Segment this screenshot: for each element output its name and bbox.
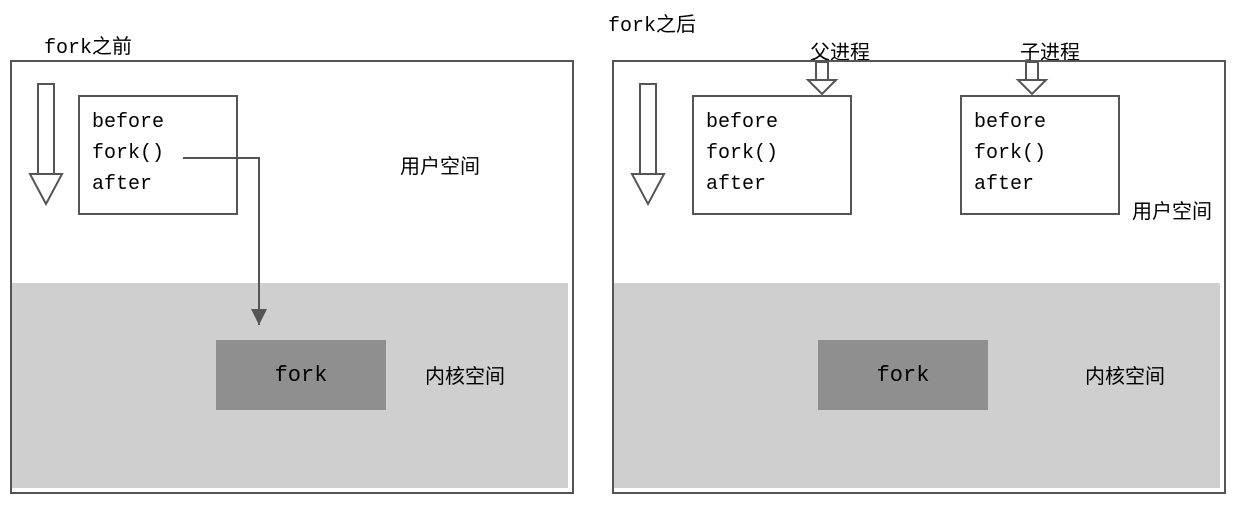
code-line-after: after [706,169,838,200]
user-space-label-right: 用户空间 [1132,195,1212,225]
kernel-space-label-right: 内核空间 [1085,360,1165,390]
code-line-before: before [974,107,1106,138]
code-line-after: after [974,169,1106,200]
title-after-fork: fork之后 [608,8,696,38]
kernel-fork-box-left: fork [216,340,386,410]
code-line-fork: fork() [974,138,1106,169]
kernel-space-label-left: 内核空间 [425,360,505,390]
user-space-label-left: 用户空间 [400,150,480,180]
kernel-fork-box-right: fork [818,340,988,410]
child-arrow-icon [1012,60,1052,98]
code-line-before: before [706,107,838,138]
code-line-fork: fork() [706,138,838,169]
code-box-parent: before fork() after [692,95,852,215]
flow-arrow-right [628,80,668,210]
parent-arrow-icon [802,60,842,98]
syscall-arrow-left [0,0,600,520]
code-box-child: before fork() after [960,95,1120,215]
diagram-root: fork之前 before fork() after 用户空间 fork 内核空… [0,0,1240,526]
